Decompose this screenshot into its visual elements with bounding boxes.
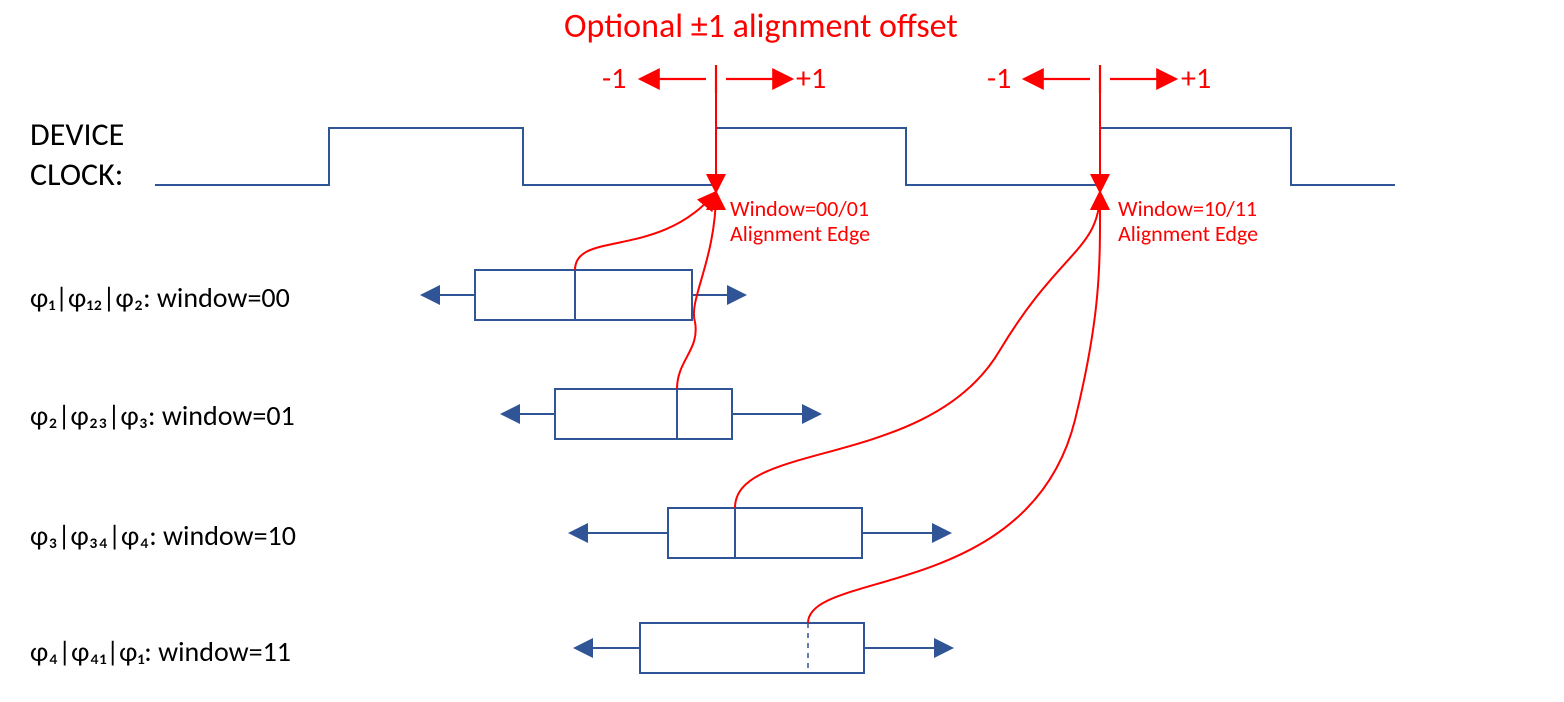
clock-waveform [155,128,1395,185]
diagram-svg [0,0,1564,702]
